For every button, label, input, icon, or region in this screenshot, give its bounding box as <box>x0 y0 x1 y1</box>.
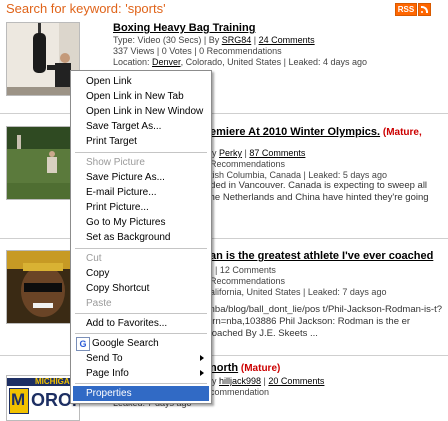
result-title[interactable]: Boxing Heavy Bag Training <box>113 22 443 34</box>
menu-item-properties[interactable]: Properties <box>73 386 209 401</box>
google-icon: G <box>76 337 90 351</box>
user-link[interactable]: Perky <box>219 148 242 158</box>
page-header: Search for keyword: 'sports' RSS <box>0 0 448 18</box>
result-stats: commendation <box>210 387 270 397</box>
menu-item-cut: Cut <box>86 253 102 264</box>
thumbnail-rodman[interactable] <box>6 250 80 324</box>
menu-item-page-info[interactable]: Page Info <box>73 366 209 381</box>
menu-item-show-picture: Show Picture <box>86 157 145 168</box>
thumbnail-michigan[interactable]: MICHIGA M ORONS <box>6 375 80 421</box>
divider <box>0 238 448 239</box>
result-meta: By hilljack998 | 20 Comments <box>206 376 325 386</box>
menu-separator <box>75 152 207 153</box>
thumbnail-olympics[interactable] <box>6 126 80 200</box>
result-meta: Type: Video (30 Secs) | By SRG84 | 24 Co… <box>113 35 315 45</box>
menu-item-open-link-new-tab[interactable]: Open Link in New Tab <box>73 89 209 104</box>
user-link[interactable]: SRG84 <box>222 35 252 45</box>
context-menu: Open Link Open Link in New Tab Open Link… <box>70 70 212 404</box>
rss-icon[interactable]: RSS <box>395 3 417 16</box>
result-stats: Recommendations <box>210 159 286 169</box>
menu-item-save-target[interactable]: Save Target As... <box>73 119 209 134</box>
menu-item-print-target[interactable]: Print Target <box>73 134 209 149</box>
mature-label: (Mature) <box>240 363 281 374</box>
divider <box>0 355 448 356</box>
menu-item-email-picture[interactable]: E-mail Picture... <box>73 185 209 200</box>
result-location: alifornia, United States | Leaked: 7 day… <box>210 287 387 297</box>
menu-item-copy-shortcut[interactable]: Copy Shortcut <box>73 281 209 296</box>
menu-separator <box>75 313 207 314</box>
menu-item-google-search[interactable]: G Google Search <box>73 336 209 351</box>
menu-separator <box>75 333 207 334</box>
page-title: Search for keyword: 'sports' <box>6 1 166 16</box>
submenu-arrow-icon <box>200 370 204 376</box>
menu-item-open-link[interactable]: Open Link <box>73 74 209 89</box>
result-snippet: rded in Vancouver. Canada is expecting t… <box>207 180 429 203</box>
comments-link[interactable]: 87 Comments <box>249 148 305 158</box>
result-title[interactable]: an is the greatest athlete I've ever coa… <box>210 250 433 262</box>
comments-link[interactable]: 20 Comments <box>268 376 324 386</box>
result-location: Location: Denver, Colorado, United State… <box>113 57 368 67</box>
menu-item-add-favorites[interactable]: Add to Favorites... <box>73 316 209 331</box>
menu-separator <box>75 248 207 249</box>
menu-separator <box>75 383 207 384</box>
user-link[interactable]: hilljack998 <box>219 376 261 386</box>
thumbnail-boxing[interactable] <box>6 22 80 96</box>
result-meta: ı | 12 Comments <box>210 265 276 275</box>
mature-label: (Mature, <box>382 127 422 138</box>
menu-item-print-picture[interactable]: Print Picture... <box>73 200 209 215</box>
menu-item-copy[interactable]: Copy <box>73 266 209 281</box>
divider <box>0 113 448 114</box>
menu-item-my-pictures[interactable]: Go to My Pictures <box>73 215 209 230</box>
comments-link[interactable]: 24 Comments <box>259 35 315 45</box>
menu-item-set-background[interactable]: Set as Background <box>73 230 209 245</box>
michigan-text: MICHIGA <box>35 377 70 386</box>
menu-item-send-to[interactable]: Send To <box>73 351 209 366</box>
feed-icon[interactable] <box>418 3 431 16</box>
menu-item-paste: Paste <box>86 298 112 309</box>
submenu-arrow-icon <box>200 355 204 361</box>
result-stats: 337 Views | 0 Votes | 0 Recommendations <box>113 46 282 56</box>
result-snippet: /nba/blog/ball_dont_lie/pos t/Phil-Jacks… <box>207 304 442 339</box>
result-title[interactable]: emiere At 2010 Winter Olympics. <box>210 126 380 138</box>
result-item-1: Boxing Heavy Bag Training Type: Video (3… <box>113 22 443 68</box>
menu-item-save-picture[interactable]: Save Picture As... <box>73 170 209 185</box>
menu-item-open-link-new-window[interactable]: Open Link in New Window <box>73 104 209 119</box>
result-stats: Recommendations <box>210 276 286 286</box>
result-title[interactable]: north <box>210 362 238 374</box>
result-meta: By Perky | 87 Comments <box>206 148 306 158</box>
location-link[interactable]: Denver <box>152 57 181 67</box>
